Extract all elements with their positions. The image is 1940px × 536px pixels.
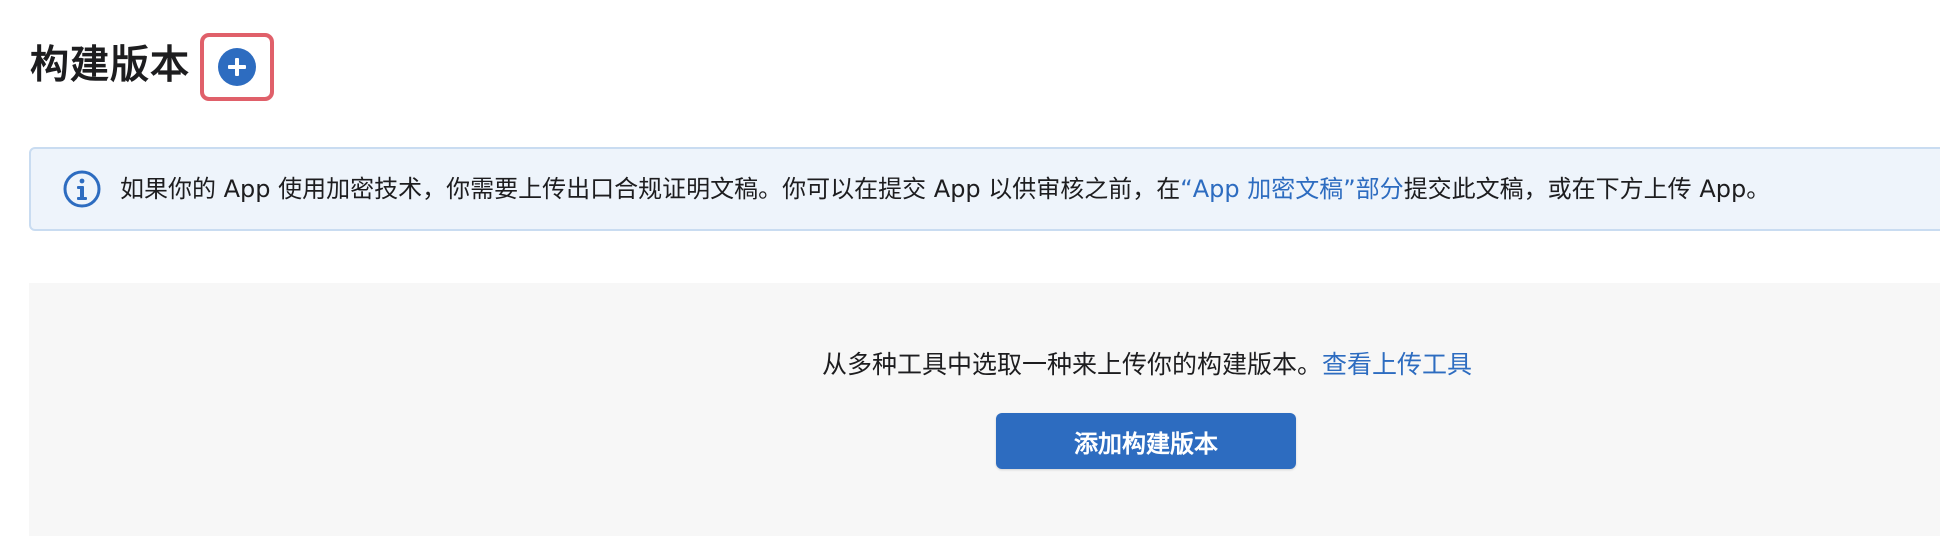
add-build-highlight <box>200 33 275 101</box>
banner-message: 如果你的 App 使用加密技术，你需要上传出口合规证明文稿。你可以在提交 App… <box>120 169 1770 209</box>
add-build-button[interactable]: 添加构建版本 <box>996 413 1296 469</box>
add-build-plus-button[interactable] <box>218 48 257 86</box>
plus-circle-icon <box>228 58 247 76</box>
builds-page: 构建版本 如果你的 App 使用加密技术，你需要上传出口合规证明文稿。你可以在提… <box>0 0 1940 536</box>
upload-message: 从多种工具中选取一种来上传你的构建版本。查看上传工具 <box>29 345 1940 381</box>
upload-message-text: 从多种工具中选取一种来上传你的构建版本。 <box>821 350 1322 379</box>
upload-empty-state: 从多种工具中选取一种来上传你的构建版本。查看上传工具 添加构建版本 <box>29 283 1940 536</box>
app-encryption-docs-link[interactable]: “App 加密文稿”部分 <box>1180 175 1403 203</box>
builds-header: 构建版本 <box>30 33 275 101</box>
banner-text-before: 如果你的 App 使用加密技术，你需要上传出口合规证明文稿。你可以在提交 App… <box>120 175 1181 203</box>
page-title: 构建版本 <box>30 43 191 88</box>
encryption-info-banner: 如果你的 App 使用加密技术，你需要上传出口合规证明文稿。你可以在提交 App… <box>29 147 1940 231</box>
banner-text-after: 提交此文稿，或在下方上传 App。 <box>1403 175 1771 203</box>
view-upload-tools-link[interactable]: 查看上传工具 <box>1322 350 1472 379</box>
info-circle-icon <box>63 170 101 208</box>
